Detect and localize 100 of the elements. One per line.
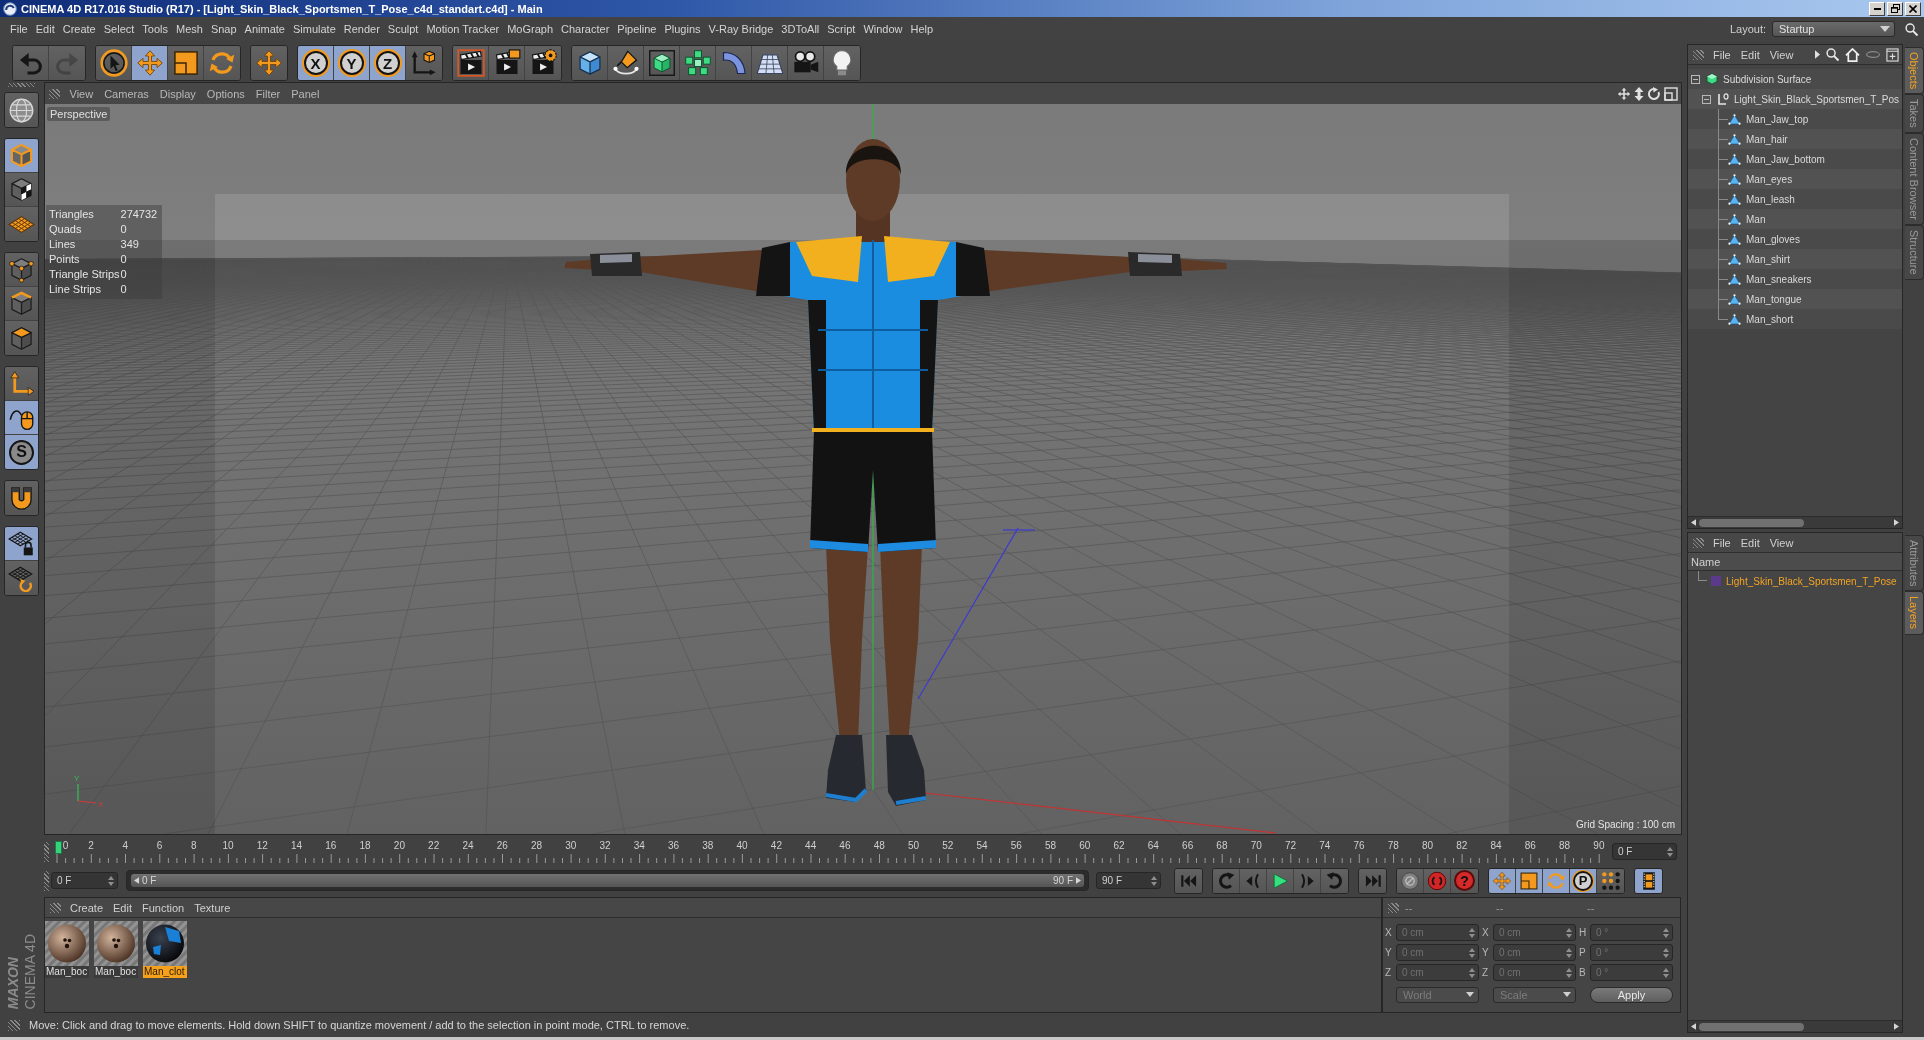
panel-tab[interactable]: Structure: [1905, 225, 1924, 280]
menu-item[interactable]: Edit: [1735, 536, 1765, 549]
menu-item[interactable]: Edit: [1735, 48, 1765, 61]
menu-item[interactable]: Texture: [189, 901, 236, 914]
menu-item[interactable]: Render: [339, 21, 384, 37]
material-preview[interactable]: [94, 921, 138, 966]
menu-item[interactable]: MoGraph: [503, 21, 558, 37]
zoom-view-icon[interactable]: [1634, 86, 1644, 101]
menu-item[interactable]: Character: [557, 21, 614, 37]
viewport-menu-item[interactable]: Filter: [250, 87, 286, 100]
object-row[interactable]: Man_leash: [1688, 189, 1902, 209]
viewport-menu-item[interactable]: Options: [201, 87, 251, 100]
scrollbar-thumb[interactable]: [1699, 1022, 1804, 1031]
menu-item[interactable]: Tools: [138, 21, 172, 37]
object-row[interactable]: Man: [1688, 209, 1902, 229]
panel-tab[interactable]: Objects: [1905, 47, 1924, 95]
panel-tab[interactable]: Content Browser: [1905, 133, 1924, 225]
object-row[interactable]: Light_Skin_Black_Sportsmen_T_Pos: [1688, 89, 1902, 109]
horizontal-scrollbar[interactable]: [1688, 1020, 1902, 1032]
menu-item[interactable]: Pipeline: [613, 21, 661, 37]
menu-item[interactable]: Help: [906, 21, 938, 37]
object-row[interactable]: Man_Jaw_top: [1688, 109, 1902, 129]
panel-tab[interactable]: Takes: [1905, 94, 1924, 134]
object-row[interactable]: Man_shirt: [1688, 249, 1902, 269]
time-range-track[interactable]: 0 F 90 F: [126, 870, 1089, 891]
menu-item[interactable]: Motion Tracker: [422, 21, 504, 37]
keyframe-selection-button[interactable]: ?: [1451, 868, 1478, 893]
menu-item[interactable]: Snap: [206, 21, 241, 37]
menu-item[interactable]: File: [6, 21, 32, 37]
object-row[interactable]: Man_short: [1688, 309, 1902, 329]
menu-item[interactable]: 3DToAll: [777, 21, 824, 37]
menu-item[interactable]: Window: [859, 21, 907, 37]
orbit-view-icon[interactable]: [1647, 86, 1661, 101]
object-row[interactable]: Man_tongue: [1688, 289, 1902, 309]
triangle-right-icon[interactable]: [1815, 50, 1820, 59]
material-preview[interactable]: [45, 921, 89, 966]
timeline-ruler[interactable]: 0 2 4 6 8 10 12 14 16 18 20 22 24 26 28 30 32 34 36 38 40 42 44 46 48 50 52 54 56 58 60 62 64 66 68 70 72 74 76 78 80 82 84 86 88 90: [52, 835, 1608, 868]
menu-item[interactable]: V-Ray Bridge: [704, 21, 778, 37]
search-icon[interactable]: [1826, 48, 1839, 61]
menu-item[interactable]: Select: [99, 21, 139, 37]
scroll-left-icon[interactable]: [1691, 1023, 1696, 1030]
menu-item[interactable]: Simulate: [288, 21, 340, 37]
object-row[interactable]: Subdivision Surface: [1688, 69, 1902, 89]
close-button[interactable]: [1905, 1, 1921, 16]
material-name[interactable]: Man_boc: [94, 966, 138, 978]
scrollbar-thumb[interactable]: [1699, 518, 1804, 527]
object-row[interactable]: Man_gloves: [1688, 229, 1902, 249]
layer-row[interactable]: Light_Skin_Black_Sportsmen_T_Pose: [1688, 571, 1902, 591]
object-row[interactable]: Man_hair: [1688, 129, 1902, 149]
spinner-arrows-icon[interactable]: [1667, 846, 1673, 857]
key-parameter-button[interactable]: P: [1570, 868, 1597, 893]
grip-handle[interactable]: [50, 902, 61, 913]
viewport-menu-item[interactable]: Display: [154, 87, 202, 100]
scroll-right-icon[interactable]: [1894, 1023, 1899, 1030]
axis-lock-button[interactable]: Y: [334, 46, 370, 80]
material-name[interactable]: Man_boc: [45, 966, 89, 978]
grip-handle[interactable]: [49, 88, 60, 99]
menu-item[interactable]: View: [1764, 48, 1799, 61]
menu-item[interactable]: Script: [823, 21, 860, 37]
axis-lock-button[interactable]: X: [298, 46, 334, 80]
menu-item[interactable]: Edit: [108, 901, 137, 914]
axis-lock-button[interactable]: Z: [370, 46, 406, 80]
home-icon[interactable]: [1845, 47, 1860, 62]
grip-handle[interactable]: [1388, 902, 1399, 913]
material-name[interactable]: Man_clot: [143, 966, 187, 978]
ellipse-icon[interactable]: [1866, 51, 1880, 58]
scroll-right-icon[interactable]: [1894, 519, 1899, 526]
current-frame-field[interactable]: 0 F: [1612, 843, 1677, 860]
menu-item[interactable]: Create: [65, 901, 109, 914]
caret-down-icon[interactable]: [1880, 26, 1890, 32]
spinner-arrows-icon[interactable]: [108, 875, 114, 886]
layout-dropdown[interactable]: Startup: [1772, 21, 1895, 37]
object-row[interactable]: Man_eyes: [1688, 169, 1902, 189]
pan-view-icon[interactable]: [1617, 86, 1631, 101]
menu-item[interactable]: File: [1708, 48, 1736, 61]
viewport-menu-item[interactable]: Cameras: [98, 87, 155, 100]
spinner-arrows-icon[interactable]: [1151, 875, 1157, 886]
solo-button[interactable]: S: [5, 435, 38, 469]
minimize-button[interactable]: [1869, 1, 1885, 16]
collapse-icon[interactable]: [1702, 94, 1711, 104]
object-row[interactable]: Man_Jaw_bottom: [1688, 149, 1902, 169]
menu-item[interactable]: Animate: [240, 21, 289, 37]
close-icon[interactable]: [1909, 4, 1917, 13]
grip-handle[interactable]: [8, 1019, 20, 1031]
new-panel-icon[interactable]: [1886, 47, 1899, 62]
grip-handle[interactable]: [8, 83, 35, 87]
menu-item[interactable]: Mesh: [172, 21, 207, 37]
menu-item[interactable]: Edit: [31, 21, 59, 37]
horizontal-scrollbar[interactable]: [1688, 516, 1902, 528]
end-frame-field[interactable]: 90 F: [1096, 872, 1161, 889]
grip-handle[interactable]: [1693, 49, 1704, 60]
menu-item[interactable]: File: [1708, 536, 1736, 549]
minimize-icon[interactable]: [1873, 7, 1881, 10]
arrow-left-icon[interactable]: [134, 877, 139, 884]
scroll-left-icon[interactable]: [1691, 519, 1696, 526]
playhead[interactable]: [54, 841, 62, 854]
arrow-right-icon[interactable]: [1076, 877, 1081, 884]
grip-handle[interactable]: [44, 841, 49, 862]
time-range-bar[interactable]: 0 F 90 F: [131, 874, 1084, 887]
menu-item[interactable]: Sculpt: [383, 21, 423, 37]
